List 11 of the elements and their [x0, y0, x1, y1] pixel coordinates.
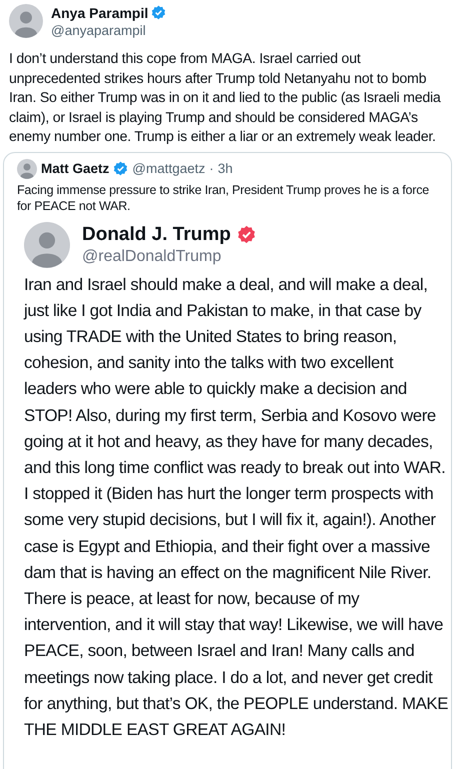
post-time: 3h	[218, 161, 233, 176]
post-text: Iran and Israel should make a deal, and will make a deal, just like I got India and Pakistan to make, in that case by using TRADE with the United States to bring reason, cohesion, and sanity into the talks with two excellent leaders who were able to quickly make a decision and STOP! Also, during my first term, Serbia and Kosovo were going at it hot and heavy, as they have for many decades, and this long time conflict was ready to break out into WAR. I stopped it (Biden has hurt the longer term prospects with some very stupid decisions, but I will fix it, again!). Another case is Egypt and Ethiopia, and their fight over a massive dam that is having an effect on the magnificent Nile River. There is peace, at least for now, because of my intervention, and it will stay that way! Likewise, we will have PEACE, soon, between Israel and Iran! Many calls and meetings now taking place. I do a lot, and never get credit for anything, but that’s OK, the PEOPLE understand. MAKE THE MIDDLE EAST GREAT AGAIN!	[24, 274, 450, 741]
author-name: Anya Parampil	[51, 4, 148, 20]
author-name: Donald J. Trump	[82, 224, 231, 246]
author-name: Matt Gaetz	[41, 161, 110, 176]
tweet-text: I don’t understand this cope from MAGA. Israel carried out unprecedented strikes hours after Trump told Netanyahu not to bomb Iran. So either Trump was in on it and lied to the public (as Israeli media claim), or Israel is playing Trump and should be considered MAGA’s enemy number one. Trump is either a liar or an extremely weak leader.	[9, 50, 442, 147]
separator: ·	[209, 161, 214, 176]
author-handle: @anyaparampil	[51, 22, 147, 38]
quote-text: Facing immense pressure to strike Iran, President Trump proves he is a force for PEACE not WAR.	[17, 182, 430, 214]
author-handle: @realDonaldTrump	[82, 248, 222, 266]
author-handle: @mattgaetz	[132, 161, 206, 176]
